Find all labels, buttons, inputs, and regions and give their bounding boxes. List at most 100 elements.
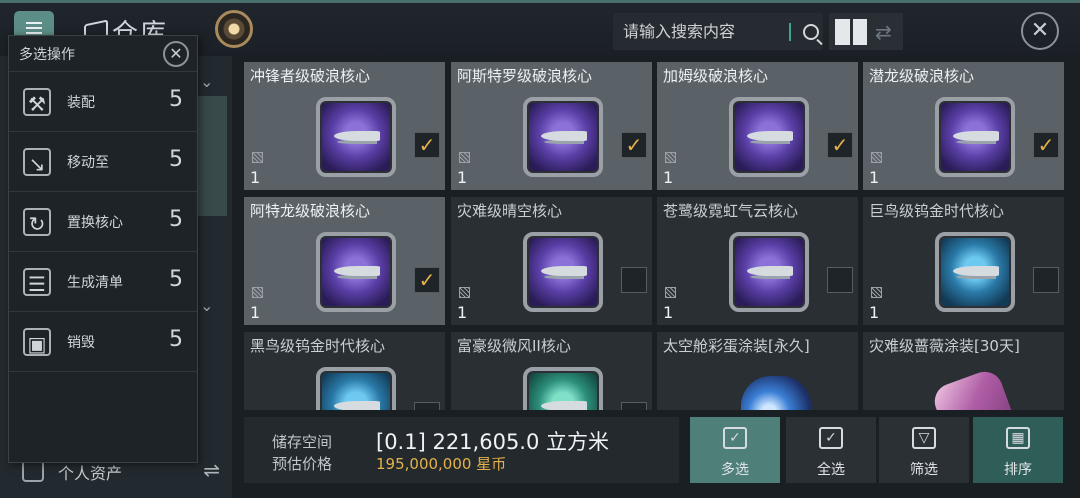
action-label: 装配: [67, 95, 95, 111]
quantity-icon: [871, 287, 882, 298]
ship-icon: [334, 266, 380, 276]
personal-assets-label: 个人资产: [58, 464, 123, 483]
filter-label: 筛选: [910, 462, 938, 478]
ship-core-image: [523, 97, 603, 177]
item-name: 加姆级破浪核心: [663, 67, 769, 85]
item-card[interactable]: 加姆级破浪核心 ✓ 1: [657, 62, 858, 190]
item-card[interactable]: 黑鸟级钨金时代核心: [244, 332, 445, 410]
quantity-icon: [459, 287, 470, 298]
item-name: 富豪级微风II核心: [457, 337, 571, 355]
quantity-icon: [871, 152, 882, 163]
checked-checkbox[interactable]: ✓: [827, 132, 853, 158]
unchecked-checkbox[interactable]: [621, 402, 647, 410]
item-card[interactable]: 太空舱彩蛋涂装[永久]: [657, 332, 858, 410]
filter-icon: ▽: [912, 427, 936, 449]
checked-checkbox[interactable]: ✓: [1033, 132, 1059, 158]
action-replace-core[interactable]: ↻ 置换核心 5: [9, 192, 197, 252]
item-card[interactable]: 巨鸟级钨金时代核心 1: [863, 197, 1064, 325]
replace-icon: ↻: [23, 208, 51, 236]
unchecked-checkbox[interactable]: [414, 402, 440, 410]
item-name: 阿特龙级破浪核心: [250, 202, 371, 220]
sort-icon: ▦: [1006, 427, 1030, 449]
ship-core-image: [316, 367, 396, 410]
ship-icon: [953, 131, 999, 141]
item-card[interactable]: 冲锋者级破浪核心 ✓ 1: [244, 62, 445, 190]
ship-icon: [334, 401, 380, 410]
ship-core-image: [935, 232, 1015, 312]
action-label: 移动至: [67, 155, 109, 171]
quantity-icon: [252, 287, 263, 298]
filter-button[interactable]: ▽ 筛选: [879, 417, 969, 483]
action-destroy[interactable]: ▣ 销毁 5: [9, 312, 197, 372]
storage-space-value: [0.1] 221,605.0 立方米: [376, 430, 610, 454]
swap-icon[interactable]: ⇌: [203, 458, 220, 482]
chevron-down-icon[interactable]: ⌄: [200, 72, 213, 91]
check-icon: ✓: [723, 427, 747, 449]
search-bar[interactable]: [613, 13, 823, 50]
item-quantity: 1: [869, 168, 880, 187]
quantity-icon: [665, 287, 676, 298]
ship-icon: [541, 131, 587, 141]
unchecked-checkbox[interactable]: [621, 267, 647, 293]
action-move[interactable]: ↘ 移动至 5: [9, 132, 197, 192]
list-icon: ☰: [23, 268, 51, 296]
search-input[interactable]: [623, 22, 783, 41]
quantity-icon: [665, 152, 676, 163]
item-name: 灾难级蔷薇涂装[30天]: [869, 337, 1020, 355]
destroy-icon: ▣: [23, 328, 51, 356]
item-card[interactable]: 阿斯特罗级破浪核心 ✓ 1: [451, 62, 652, 190]
item-card[interactable]: 阿特龙级破浪核心 ✓ 1: [244, 197, 445, 325]
paint-preview-image: [741, 376, 811, 410]
item-card[interactable]: 灾难级蔷薇涂装[30天]: [863, 332, 1064, 410]
unchecked-checkbox[interactable]: [1033, 267, 1059, 293]
checked-checkbox[interactable]: ✓: [414, 267, 440, 293]
item-name: 阿斯特罗级破浪核心: [457, 67, 593, 85]
item-name: 苍鹭级霓虹气云核心: [663, 202, 799, 220]
estimated-price-value: 195,000,000 星币: [376, 455, 507, 473]
item-quantity: 1: [457, 303, 468, 322]
item-card[interactable]: 富豪级微风II核心: [451, 332, 652, 410]
ship-icon: [747, 266, 793, 276]
assets-icon: [22, 460, 44, 482]
action-label: 销毁: [67, 335, 95, 351]
ship-core-image: [316, 97, 396, 177]
unchecked-checkbox[interactable]: [827, 267, 853, 293]
item-quantity: 1: [457, 168, 468, 187]
checked-checkbox[interactable]: ✓: [621, 132, 647, 158]
item-name: 潜龙级破浪核心: [869, 67, 975, 85]
ship-core-image: [523, 367, 603, 410]
action-equip[interactable]: ⚒ 装配 5: [9, 72, 197, 132]
item-card[interactable]: 灾难级晴空核心 1: [451, 197, 652, 325]
close-icon[interactable]: ✕: [163, 41, 189, 67]
multi-select-button[interactable]: ✓ 多选: [690, 417, 780, 483]
item-name: 灾难级晴空核心: [457, 202, 563, 220]
menu-icon: [26, 27, 42, 29]
multi-select-panel: 多选操作 ✕ ⚒ 装配 5 ↘ 移动至 5 ↻ 置换核心 5 ☰ 生成清单 5 …: [8, 35, 198, 463]
search-divider: [789, 22, 791, 41]
estimated-price-label: 预估价格: [272, 455, 333, 473]
action-count: 5: [169, 207, 183, 232]
quantity-icon: [252, 152, 263, 163]
swap-arrows-icon[interactable]: ⇄: [875, 20, 892, 44]
paint-preview-image: [929, 366, 1027, 410]
action-label: 生成清单: [67, 275, 123, 291]
search-icon[interactable]: [803, 23, 819, 40]
scan-icon[interactable]: [215, 10, 253, 48]
item-name: 冲锋者级破浪核心: [250, 67, 371, 85]
sort-button[interactable]: ▦ 排序: [973, 417, 1063, 483]
action-generate-list[interactable]: ☰ 生成清单 5: [9, 252, 197, 312]
item-card[interactable]: 潜龙级破浪核心 ✓ 1: [863, 62, 1064, 190]
close-button[interactable]: ✕: [1021, 12, 1059, 50]
item-card[interactable]: 苍鹭级霓虹气云核心 1: [657, 197, 858, 325]
grid-view-icon[interactable]: [835, 18, 867, 45]
ship-core-image: [729, 232, 809, 312]
view-toggle[interactable]: ⇄: [829, 13, 903, 50]
action-count: 5: [169, 147, 183, 172]
multi-select-title: 多选操作: [19, 47, 75, 63]
chevron-down-icon[interactable]: ⌄: [200, 296, 213, 315]
sort-label: 排序: [1004, 462, 1032, 478]
item-name: 太空舱彩蛋涂装[永久]: [663, 337, 810, 355]
ship-icon: [541, 401, 587, 410]
checked-checkbox[interactable]: ✓: [414, 132, 440, 158]
select-all-button[interactable]: ✓ 全选: [786, 417, 876, 483]
